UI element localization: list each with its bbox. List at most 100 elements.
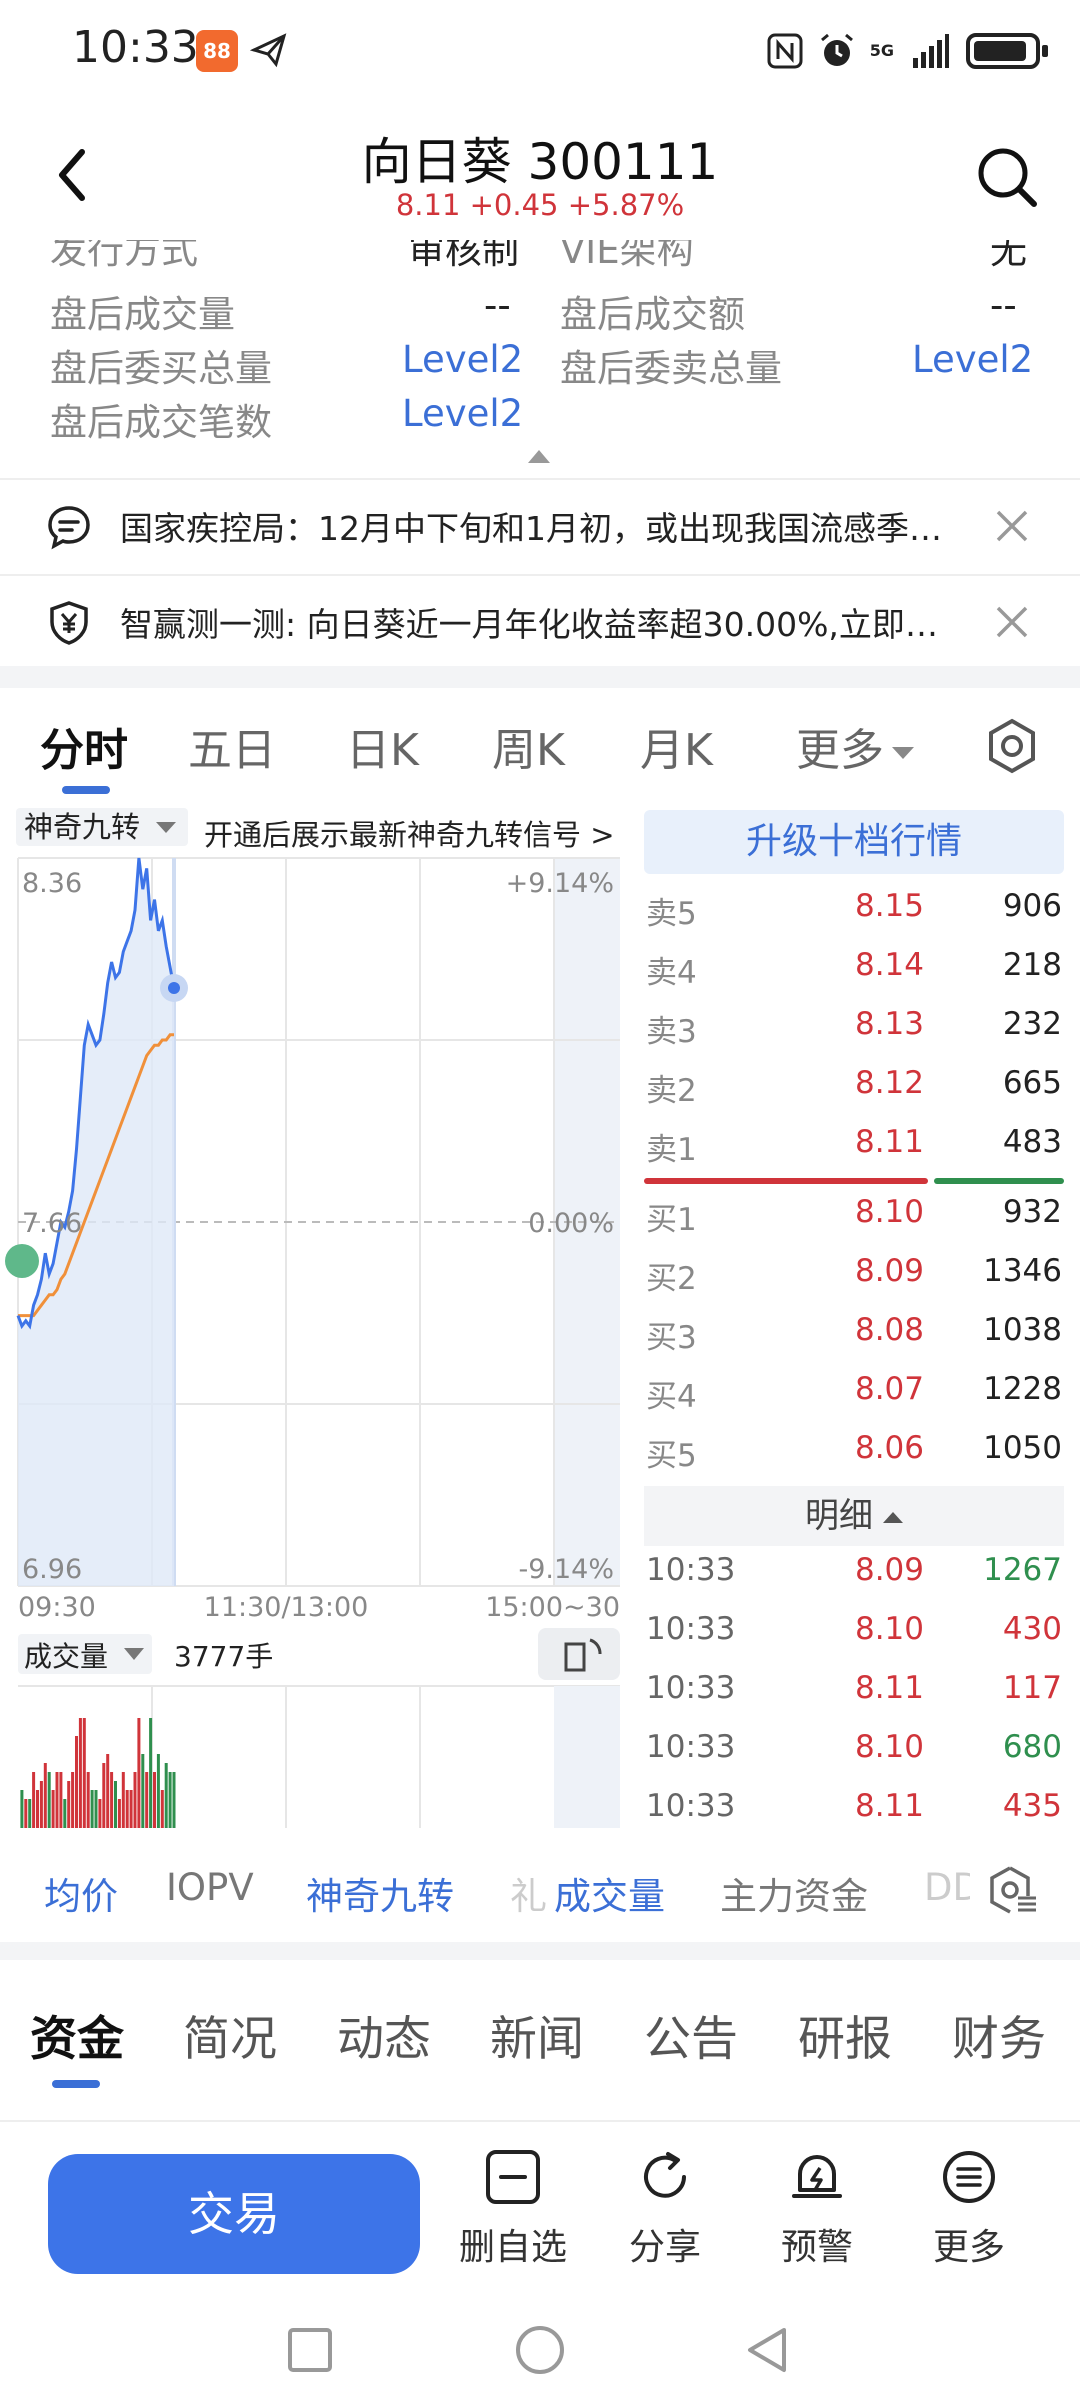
volume-bar xyxy=(94,1790,98,1828)
back-nav-icon[interactable] xyxy=(740,2322,796,2378)
sell-level-row[interactable]: 卖1 8.11 483 xyxy=(644,1124,1064,1182)
page-title: 向日葵 300111 xyxy=(361,133,719,191)
signal-icon xyxy=(913,34,949,68)
volume-value: 3777手 xyxy=(174,1640,273,1673)
volume-bar xyxy=(59,1772,63,1828)
indicator-tab[interactable]: DDE xyxy=(924,1866,970,1909)
indicator-tab[interactable]: 礼 xyxy=(510,1866,547,1920)
level-volume: 218 xyxy=(1002,947,1062,983)
volume-bar xyxy=(63,1799,67,1828)
volume-label: 成交量 xyxy=(24,1640,108,1673)
sell-level-row[interactable]: 卖2 8.12 665 xyxy=(644,1065,1064,1123)
remove-watchlist-button[interactable]: 删自选 xyxy=(448,2148,578,2288)
indicator-settings-icon[interactable] xyxy=(986,1864,1040,1918)
tab-intraday[interactable]: 分时 xyxy=(40,714,128,778)
close-icon[interactable] xyxy=(994,604,1030,640)
order-book: 升级十档行情 卖5 8.15 906 卖4 8.14 218 卖3 8.13 232 卖2 8.12… xyxy=(644,810,1064,1830)
volume-bar xyxy=(55,1772,59,1828)
level-label: 卖5 xyxy=(646,896,697,932)
indicator-tab[interactable]: 神奇九转 xyxy=(306,1866,454,1920)
trade-button[interactable]: 交易 xyxy=(48,2154,420,2274)
level-price: 8.06 xyxy=(854,1430,924,1466)
tab-weekly-k[interactable]: 周K xyxy=(492,714,565,778)
collapse-caret-icon[interactable] xyxy=(528,450,550,463)
more-button[interactable]: 更多 xyxy=(904,2148,1034,2288)
indicator-tab[interactable]: IOPV xyxy=(166,1866,254,1909)
tab-news[interactable]: 新闻 xyxy=(490,2000,584,2069)
upgrade-level10-button[interactable]: 升级十档行情 xyxy=(644,810,1064,874)
level-label: 买3 xyxy=(646,1320,697,1356)
buy-level-row[interactable]: 买1 8.10 932 xyxy=(644,1194,1064,1252)
volume-bar xyxy=(117,1799,121,1828)
volume-bar xyxy=(145,1772,149,1828)
active-tab-indicator xyxy=(52,2080,100,2088)
volume-bar xyxy=(20,1790,24,1828)
notice-text[interactable]: 国家疾控局：12月中下旬和1月初，或出现我国流感季和新冠疫情叠加 xyxy=(120,502,970,550)
last-price-dot[interactable] xyxy=(168,982,180,994)
trade-time: 10:33 xyxy=(646,1611,736,1647)
tab-five-day[interactable]: 五日 xyxy=(188,714,276,778)
volume-bar xyxy=(156,1754,160,1828)
tab-more[interactable]: 更多 xyxy=(796,714,914,778)
notice-text[interactable]: 智赢测一测: 向日葵近一月年化收益率超30.00%,立即查看 xyxy=(120,598,970,646)
volume-bar xyxy=(71,1772,75,1828)
alert-button[interactable]: 预警 xyxy=(752,2148,882,2288)
send-notification-icon xyxy=(250,33,287,68)
trade-detail-toggle[interactable]: 明细 xyxy=(644,1486,1064,1546)
trade-volume: 430 xyxy=(1002,1611,1062,1647)
indicator-tab[interactable]: 主力资金 xyxy=(720,1866,868,1920)
sell-level-row[interactable]: 卖3 8.13 232 xyxy=(644,1006,1064,1064)
level2-link[interactable]: Level2 xyxy=(402,338,523,381)
level2-link[interactable]: Level2 xyxy=(912,338,1033,381)
recent-apps-icon[interactable] xyxy=(282,2322,338,2378)
rotate-button[interactable] xyxy=(538,1628,620,1680)
search-icon[interactable] xyxy=(974,144,1040,210)
buy-level-row[interactable]: 买5 8.06 1050 xyxy=(644,1430,1064,1488)
sell-signal-marker[interactable] xyxy=(5,1244,39,1278)
volume-bar xyxy=(51,1790,55,1828)
buy-level-row[interactable]: 买2 8.09 1346 xyxy=(644,1253,1064,1311)
active-tab-indicator xyxy=(62,786,110,794)
x-end-label: 15:00~30 xyxy=(485,1592,620,1623)
price-chart[interactable]: 8.36 7.66 6.96 +9.14% 0.00% -9.14% 09:30… xyxy=(0,798,630,1828)
level-price: 8.13 xyxy=(854,1006,924,1042)
level-label: 卖1 xyxy=(646,1132,697,1168)
indicator-tab[interactable]: 均价 xyxy=(44,1866,118,1920)
volume-bar xyxy=(106,1754,110,1828)
y-mid-label: 7.66 xyxy=(22,1208,82,1239)
level-volume: 665 xyxy=(1002,1065,1062,1101)
level2-link[interactable]: Level2 xyxy=(402,392,523,435)
tab-funds[interactable]: 资金 xyxy=(30,2000,124,2069)
tab-monthly-k[interactable]: 月K xyxy=(640,714,713,778)
share-button[interactable]: 分享 xyxy=(600,2148,730,2288)
home-icon[interactable] xyxy=(512,2322,568,2378)
volume-bar xyxy=(125,1790,129,1828)
volume-bar xyxy=(47,1772,51,1828)
chart-period-tabs: 分时 五日 日K 周K 月K 更多 xyxy=(0,688,1080,798)
news-notice[interactable]: 国家疾控局：12月中下旬和1月初，或出现我国流感季和新冠疫情叠加 xyxy=(0,478,1080,572)
pct-max-label: +9.14% xyxy=(506,868,614,899)
settings-icon[interactable] xyxy=(984,718,1040,774)
indicator-tab[interactable]: 成交量 xyxy=(554,1866,665,1920)
volume-bar xyxy=(43,1763,47,1828)
tab-activity[interactable]: 动态 xyxy=(337,2000,431,2069)
volume-bar xyxy=(160,1790,164,1828)
tab-overview[interactable]: 简况 xyxy=(183,2000,277,2069)
intraday-chart[interactable]: 神奇九转 开通后展示最新神奇九转信号 > 8.36 7.66 6.96 +9.1… xyxy=(0,798,630,1828)
sell-level-row[interactable]: 卖5 8.15 906 xyxy=(644,888,1064,946)
volume-bar xyxy=(137,1718,141,1828)
buy-level-row[interactable]: 买4 8.07 1228 xyxy=(644,1371,1064,1429)
tab-daily-k[interactable]: 日K xyxy=(346,714,419,778)
promo-notice[interactable]: 智赢测一测: 向日葵近一月年化收益率超30.00%,立即查看 xyxy=(0,574,1080,668)
level-volume: 1050 xyxy=(983,1430,1062,1466)
tab-announcements[interactable]: 公告 xyxy=(644,2000,738,2069)
sell-level-row[interactable]: 卖4 8.14 218 xyxy=(644,947,1064,1005)
level-price: 8.15 xyxy=(854,888,924,924)
pct-min-label: -9.14% xyxy=(518,1554,614,1585)
buy-level-row[interactable]: 买3 8.08 1038 xyxy=(644,1312,1064,1370)
tab-financials[interactable]: 财务 xyxy=(952,2000,1046,2069)
close-icon[interactable] xyxy=(994,508,1030,544)
volume-bar xyxy=(133,1772,137,1828)
trade-volume: 435 xyxy=(1002,1788,1062,1824)
tab-research[interactable]: 研报 xyxy=(798,2000,892,2069)
